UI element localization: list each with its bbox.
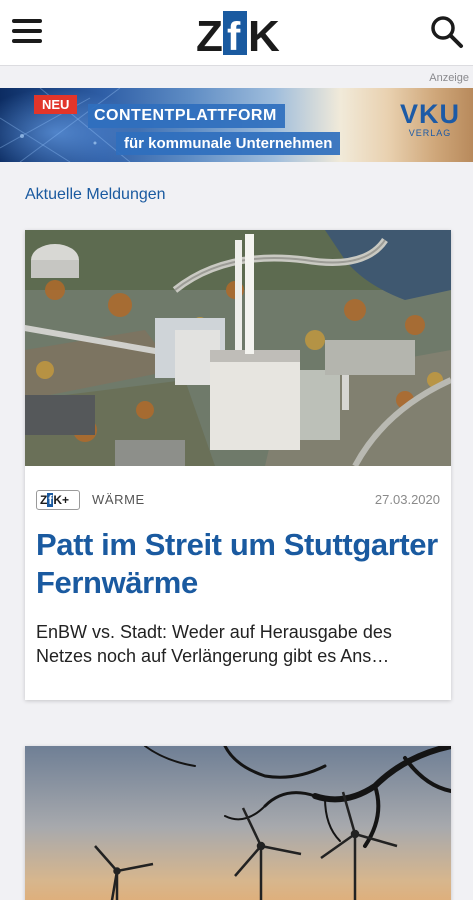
- vku-logo-mark: VKU: [399, 99, 460, 129]
- zfk-logo[interactable]: Z f K: [196, 10, 280, 56]
- menu-bar-top: [12, 19, 42, 23]
- zfk-plus-badge: ZfK+: [36, 490, 80, 510]
- menu-bar-middle: [12, 29, 42, 33]
- ad-new-badge: NEU: [34, 95, 78, 114]
- logo-letter-f: f: [227, 15, 241, 56]
- article-date: 27.03.2020: [374, 492, 440, 507]
- article-teaser: EnBW vs. Stadt: Weder auf Herausgabe des…: [36, 622, 392, 666]
- article-image: [25, 230, 451, 466]
- ad-label: Anzeige: [429, 72, 469, 84]
- power-plant-aerial-photo: [25, 230, 451, 466]
- article-title[interactable]: Patt im Streit um Stuttgarter Fernwärme: [36, 526, 446, 602]
- menu-bar-bottom: [12, 39, 42, 43]
- logo-letter-k: K: [248, 12, 280, 56]
- app-header: Z f K: [0, 0, 473, 66]
- section-title[interactable]: Aktuelle Meldungen: [25, 186, 166, 204]
- article-card[interactable]: [25, 746, 451, 900]
- ad-subline: für kommunale Unternehmen: [116, 132, 341, 155]
- article-meta: ZfK+ WÄRME 27.03.2020: [36, 488, 440, 512]
- article-card[interactable]: ZfK+ WÄRME 27.03.2020 Patt im Streit um …: [25, 230, 451, 700]
- logo-letter-z: Z: [196, 12, 223, 56]
- wind-turbines-photo: [25, 746, 451, 900]
- ad-banner[interactable]: NEU CONTENTPLATTFORM für kommunale Unter…: [0, 88, 473, 162]
- zfk-plus-badge-rest: K+: [53, 493, 70, 507]
- vku-logo-sub: VERLAG: [408, 128, 452, 138]
- ad-headline: CONTENTPLATTFORM: [88, 104, 285, 128]
- hamburger-menu-icon[interactable]: [12, 18, 42, 46]
- vku-logo: VKU VERLAG: [398, 100, 462, 138]
- search-icon[interactable]: [430, 15, 464, 49]
- article-category[interactable]: WÄRME: [92, 492, 145, 507]
